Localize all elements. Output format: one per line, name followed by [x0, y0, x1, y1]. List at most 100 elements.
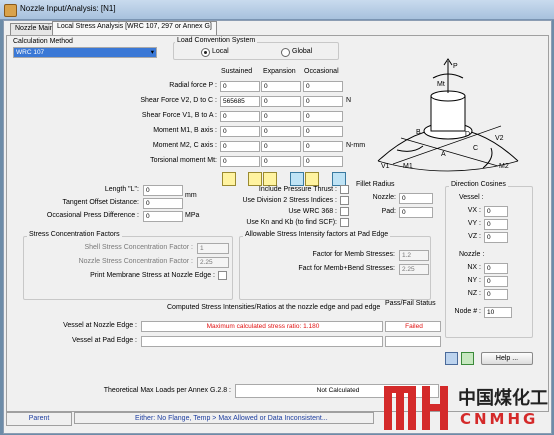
opt-kn-kb-label: Use Kn and Kb (to find SCF):: [246, 219, 337, 226]
load-case-icon-1[interactable]: [248, 172, 262, 186]
torsional-expansion-input[interactable]: 0: [261, 156, 301, 167]
m1-arc: [396, 145, 424, 152]
moment-m1-expansion-input[interactable]: 0: [261, 126, 301, 137]
bend-factor-input[interactable]: 2.25: [399, 264, 429, 275]
nz-input[interactable]: 0: [484, 289, 508, 300]
vz-label: VZ :: [468, 233, 481, 240]
load-case-icon-2[interactable]: [263, 172, 277, 186]
shear-v1-occasional-input[interactable]: 0: [303, 111, 343, 122]
fillet-title: Fillet Radius: [356, 181, 395, 188]
print-icon[interactable]: [445, 352, 458, 365]
nozzle-scf-label: Nozzle Stress Concentration Factor :: [78, 258, 193, 265]
moment-m2-label: Moment M2, C axis :: [152, 142, 217, 149]
radial-expansion-input[interactable]: 0: [261, 81, 301, 92]
vx-label: VX :: [467, 207, 481, 214]
app-icon: [4, 4, 17, 17]
calc-method-select[interactable]: WRC 107 ▾: [13, 47, 157, 58]
tangent-label: Tangent Offset Distance:: [62, 199, 139, 206]
nozzle-edge-label: Vessel at Nozzle Edge :: [63, 322, 137, 329]
diagram-label-m1: M1: [403, 163, 413, 170]
nozzle-load-diagram: P Mt B A C D V1 M1 V2 M2: [377, 58, 519, 172]
moment-m2-occasional-input[interactable]: 0: [303, 141, 343, 152]
moment-m2-expansion-input[interactable]: 0: [261, 141, 301, 152]
ny-input[interactable]: 0: [484, 276, 508, 287]
load-case-icon-4[interactable]: [305, 172, 319, 186]
print-membrane-label: Print Membrane Stress at Nozzle Edge :: [90, 272, 215, 279]
shear-v2-occasional-input[interactable]: 0: [303, 96, 343, 107]
nx-label: NX :: [467, 264, 481, 271]
nozzle-cos-label: Nozzle :: [459, 251, 485, 258]
diagram-label-v1: V1: [381, 163, 390, 170]
radio-local-label: Local: [212, 48, 229, 55]
radio-local[interactable]: [201, 48, 210, 57]
occ-press-label: Occasional Press Difference :: [46, 212, 139, 219]
length-label: Length "L":: [104, 186, 139, 193]
fillet-pad-input[interactable]: 0: [399, 207, 433, 218]
status-parent: Parent: [6, 412, 72, 426]
tab-local-stress[interactable]: Local Stress Analysis [WRC 107, 297 or A…: [52, 21, 217, 36]
load-case-icon-3[interactable]: [290, 172, 304, 186]
radial-force-label: Radial force P :: [169, 82, 217, 89]
results-header: Computed Stress Intensities/Ratios at th…: [167, 304, 381, 311]
radio-dot: [204, 51, 207, 54]
col-sustained: Sustained: [221, 68, 253, 75]
pad-edge-label: Vessel at Pad Edge :: [72, 337, 137, 344]
fillet-pad-label: Pad:: [381, 208, 396, 215]
tangent-input[interactable]: 0: [143, 198, 183, 209]
shear-v2-expansion-input[interactable]: 0: [261, 96, 301, 107]
chevron-down-icon: ▾: [150, 49, 154, 56]
calc-method-label: Calculation Method: [13, 38, 73, 45]
load-case-icon-5[interactable]: [332, 172, 346, 186]
nozzle-edge-status: Failed: [385, 321, 441, 332]
radial-sustained-input[interactable]: 0: [220, 81, 260, 92]
diagram-label-d: D: [465, 131, 470, 138]
opt-pressure-thrust-checkbox[interactable]: [340, 185, 349, 194]
memb-factor-input[interactable]: 1.2: [399, 250, 429, 261]
calc-method-value: WRC 107: [16, 49, 45, 56]
moment-unit: N-mm: [346, 142, 366, 149]
shear-v2-sustained-input[interactable]: 565685: [220, 96, 260, 107]
vy-input[interactable]: 0: [484, 219, 508, 230]
help-button[interactable]: Help ...: [481, 352, 533, 365]
diagram-label-v2: V2: [495, 135, 504, 142]
opt-kn-kb-checkbox[interactable]: [340, 218, 349, 227]
watermark-logo-mark: [384, 386, 448, 430]
moment-m2-sustained-input[interactable]: 0: [220, 141, 260, 152]
torsional-sustained-input[interactable]: 0: [220, 156, 260, 167]
moment-m1-occasional-input[interactable]: 0: [303, 126, 343, 137]
length-input[interactable]: 0: [143, 185, 183, 196]
moment-m1-sustained-input[interactable]: 0: [220, 126, 260, 137]
shear-v1-expansion-input[interactable]: 0: [261, 111, 301, 122]
nozzle-scf-input[interactable]: 2.25: [197, 257, 229, 268]
diagram-label-mt: Mt: [437, 81, 445, 88]
occ-press-input[interactable]: 0: [143, 211, 183, 222]
report-icon[interactable]: [461, 352, 474, 365]
diagram-label-a: A: [441, 151, 446, 158]
diagram-label-m2: M2: [499, 163, 509, 170]
torsional-occasional-input[interactable]: 0: [303, 156, 343, 167]
scf-title: Stress Concentration Factors: [27, 231, 122, 238]
node-input[interactable]: 10: [484, 307, 512, 318]
opt-wrc368-label: Use WRC 368 :: [288, 208, 337, 215]
radial-occasional-input[interactable]: 0: [303, 81, 343, 92]
import-load-icon[interactable]: [222, 172, 236, 186]
watermark-en-text: CNMHG: [460, 410, 539, 428]
axis-c-d: [400, 137, 499, 167]
opt-pressure-thrust-label: Include Pressure Thrust :: [258, 186, 337, 193]
opt-wrc368-checkbox[interactable]: [340, 207, 349, 216]
fillet-nozzle-input[interactable]: 0: [399, 193, 433, 204]
diagram-label-c: C: [473, 145, 478, 152]
memb-factor-label: Factor for Memb Stresses:: [312, 251, 395, 258]
print-membrane-checkbox[interactable]: [218, 271, 227, 280]
vx-input[interactable]: 0: [484, 206, 508, 217]
shell-scf-input[interactable]: 1: [197, 243, 229, 254]
fillet-nozzle-label: Nozzle:: [372, 194, 396, 201]
moment-m1-label: Moment M1, B axis :: [153, 127, 217, 134]
nx-input[interactable]: 0: [484, 263, 508, 274]
nz-label: NZ :: [467, 290, 481, 297]
vz-input[interactable]: 0: [484, 232, 508, 243]
vessel-label: Vessel :: [459, 194, 484, 201]
opt-div2-checkbox[interactable]: [340, 196, 349, 205]
radio-global[interactable]: [281, 48, 290, 57]
shear-v1-sustained-input[interactable]: 0: [220, 111, 260, 122]
